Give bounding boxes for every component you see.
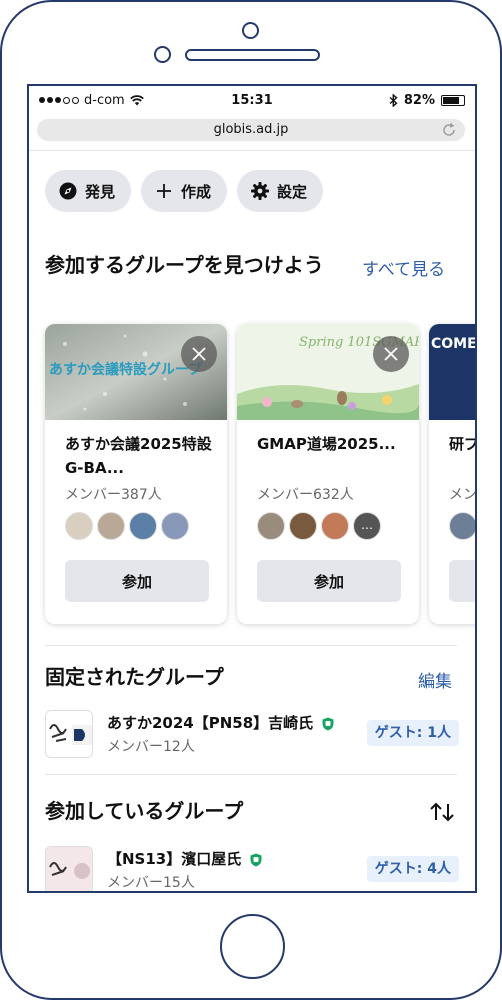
close-icon: [384, 347, 398, 361]
group-members: メンバー15人: [107, 875, 195, 891]
group-name: あすか2024【PN58】吉崎氏: [107, 712, 334, 733]
edit-pinned-link[interactable]: 編集: [418, 667, 452, 692]
admin-shield-icon: [250, 853, 262, 866]
create-label: 作成: [181, 182, 212, 201]
thumb-caption: COME THE M 202: [431, 336, 477, 352]
bluetooth-icon: [389, 94, 398, 107]
sort-arrows-icon[interactable]: [429, 802, 455, 822]
nav-pills: 発見 作成 設定: [45, 170, 324, 212]
proximity-sensor: [154, 46, 171, 63]
avatar: [97, 512, 125, 540]
group-members: メンバー12人: [107, 739, 195, 755]
status-right: 82%: [389, 93, 465, 108]
url-text: globis.ad.jp: [213, 122, 289, 137]
settings-label: 設定: [277, 182, 308, 201]
avatar: [257, 512, 285, 540]
front-camera: [242, 22, 259, 39]
close-icon: [192, 347, 206, 361]
home-button[interactable]: [220, 914, 285, 979]
group-name: 【NS13】濱口屋氏: [107, 848, 262, 869]
group-suggestions-carousel[interactable]: あすか会議特設グループ あすか会議2025特設G-BA... メンバー387人 …: [45, 324, 475, 629]
reload-icon[interactable]: [441, 122, 457, 138]
group-card-members: メンバー632人: [257, 487, 354, 503]
group-name-text: 【NS13】濱口屋氏: [107, 850, 242, 868]
admin-shield-icon: [322, 717, 334, 730]
discover-section-title: 参加するグループを見つけよう: [45, 253, 324, 277]
create-button[interactable]: 作成: [141, 170, 228, 212]
group-card-name[interactable]: GMAP道場2025...: [257, 432, 405, 456]
group-card-name[interactable]: あすか会議2025特設G-BA...: [65, 432, 213, 480]
header-divider: [29, 150, 475, 151]
group-card-members: メン: [449, 487, 477, 503]
thumb-caption: あすか会議特設グループ: [49, 361, 203, 378]
discover-label: 発見: [85, 182, 116, 201]
group-card[interactable]: COME THE M 202 研プ ィ2 メン 参加: [429, 324, 477, 624]
pinned-section-title: 固定されたグループ: [45, 665, 224, 689]
gear-icon: [251, 182, 270, 200]
avatar: [289, 512, 317, 540]
group-card-members: メンバー387人: [65, 487, 162, 503]
earpiece-speaker: [185, 49, 320, 61]
plus-icon: [155, 182, 173, 200]
group-card-name[interactable]: 研プ ィ2: [449, 432, 475, 456]
group-card-image: COME THE M 202: [429, 324, 477, 420]
avatar: [65, 512, 93, 540]
group-thumbnail: [45, 710, 93, 758]
avatar: [449, 512, 475, 540]
settings-button[interactable]: 設定: [237, 170, 324, 212]
join-button[interactable]: 参加: [449, 560, 475, 602]
section-divider: [45, 645, 457, 646]
see-all-link[interactable]: すべて見る: [362, 255, 445, 280]
member-avatars: [65, 512, 189, 540]
phone-screen: d-com 15:31 82% globis.ad.jp 発見 作成 設定 参加…: [27, 84, 477, 893]
member-avatars: …: [257, 512, 381, 540]
battery-icon: [441, 95, 465, 106]
join-button[interactable]: 参加: [257, 560, 401, 602]
join-button[interactable]: 参加: [65, 560, 209, 602]
joined-section-title: 参加しているグループ: [45, 799, 244, 823]
joined-group-row[interactable]: 【NS13】濱口屋氏 メンバー15人 ゲスト: 4人: [45, 846, 459, 891]
group-card[interactable]: Spring 101SGMAP道場春 GMAP道場2025... メンバー632…: [237, 324, 419, 624]
battery-percent: 82%: [403, 93, 435, 108]
guest-badge: ゲスト: 1人: [366, 720, 459, 746]
address-bar[interactable]: globis.ad.jp: [37, 119, 465, 141]
status-bar: d-com 15:31 82%: [29, 86, 475, 114]
section-divider: [45, 774, 457, 775]
group-thumbnail: [45, 846, 93, 891]
member-avatars: [449, 512, 475, 540]
group-name-text: あすか2024【PN58】吉崎氏: [107, 714, 314, 732]
avatar: [129, 512, 157, 540]
group-card[interactable]: あすか会議特設グループ あすか会議2025特設G-BA... メンバー387人 …: [45, 324, 227, 624]
avatar: [161, 512, 189, 540]
discover-button[interactable]: 発見: [45, 170, 132, 212]
compass-icon: [59, 182, 77, 200]
more-members-icon: …: [353, 512, 381, 540]
dismiss-card-button[interactable]: [181, 336, 217, 372]
dismiss-card-button[interactable]: [373, 336, 409, 372]
avatar: [321, 512, 349, 540]
guest-badge: ゲスト: 4人: [366, 856, 459, 882]
pinned-group-row[interactable]: あすか2024【PN58】吉崎氏 メンバー12人 ゲスト: 1人: [45, 710, 459, 762]
